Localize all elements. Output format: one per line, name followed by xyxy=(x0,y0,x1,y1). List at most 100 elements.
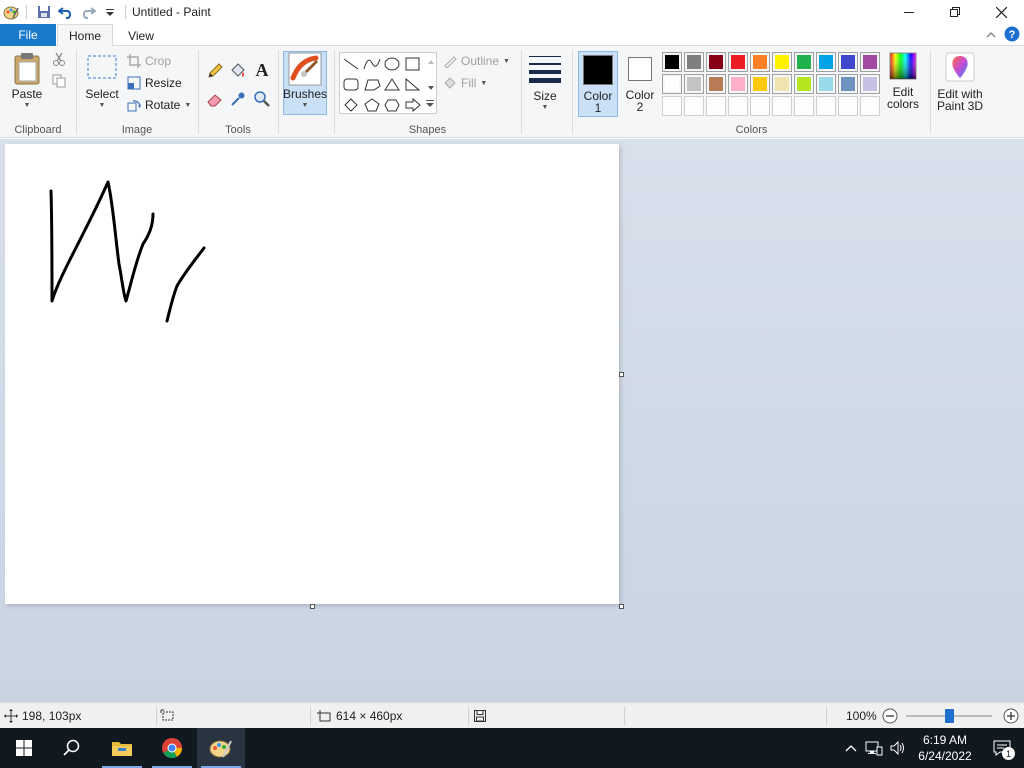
select-button[interactable]: Select ▼ xyxy=(83,54,121,112)
palette-custom-color-slot[interactable] xyxy=(706,96,726,116)
network-button[interactable] xyxy=(862,740,886,756)
palette-color-swatch[interactable] xyxy=(684,52,704,72)
shapes-scroll-up-icon[interactable] xyxy=(427,54,435,68)
zoom-slider-track xyxy=(906,709,992,723)
crop-button[interactable]: Crop xyxy=(127,54,171,68)
size-dropdown-icon: ▼ xyxy=(541,104,549,111)
fill-bucket-icon[interactable] xyxy=(229,62,247,83)
canvas-resize-handle-bottom[interactable] xyxy=(310,604,315,609)
palette-custom-color-slot[interactable] xyxy=(860,96,880,116)
canvas-drawing xyxy=(49,180,206,323)
palette-custom-color-slot[interactable] xyxy=(794,96,814,116)
canvas-resize-handle-corner[interactable] xyxy=(619,604,624,609)
magnifier-icon[interactable] xyxy=(253,90,271,111)
redo-icon[interactable] xyxy=(77,1,99,23)
palette-custom-color-slot[interactable] xyxy=(838,96,858,116)
paint-app-icon[interactable] xyxy=(0,1,22,23)
start-button[interactable] xyxy=(0,728,48,768)
selection-size xyxy=(160,703,176,729)
palette-color-swatch[interactable] xyxy=(662,52,682,72)
paint-taskbar-button[interactable] xyxy=(197,728,245,768)
group-separator xyxy=(278,50,279,134)
palette-color-swatch[interactable] xyxy=(794,74,814,94)
palette-custom-color-slot[interactable] xyxy=(728,96,748,116)
palette-color-swatch[interactable] xyxy=(750,52,770,72)
action-center-button[interactable]: 1 xyxy=(980,728,1024,768)
zoom-in-button[interactable] xyxy=(1003,703,1019,729)
undo-icon[interactable] xyxy=(55,1,77,23)
shapes-scroll-down-icon[interactable] xyxy=(427,80,435,94)
file-explorer-taskbar-button[interactable] xyxy=(98,728,146,768)
chrome-taskbar-button[interactable] xyxy=(148,728,196,768)
restore-button[interactable] xyxy=(932,0,978,24)
zoom-slider-thumb[interactable] xyxy=(944,709,954,723)
volume-button[interactable] xyxy=(886,740,910,756)
search-button[interactable] xyxy=(48,728,96,768)
window-title: Untitled - Paint xyxy=(132,5,211,19)
palette-color-swatch[interactable] xyxy=(816,52,836,72)
resize-button[interactable]: Resize xyxy=(127,76,182,90)
size-button[interactable]: Size ▼ xyxy=(526,54,564,114)
edit-with-paint3d-button[interactable]: Edit with Paint 3D xyxy=(934,52,986,112)
palette-color-swatch[interactable] xyxy=(706,52,726,72)
oval-shape-icon xyxy=(384,57,400,71)
palette-color-swatch[interactable] xyxy=(838,52,858,72)
palette-custom-color-slot[interactable] xyxy=(750,96,770,116)
palette-color-swatch[interactable] xyxy=(662,74,682,94)
help-icon[interactable]: ? xyxy=(1004,26,1020,45)
show-hidden-icons-button[interactable] xyxy=(840,744,862,752)
palette-color-swatch[interactable] xyxy=(838,74,858,94)
rounded-rectangle-shape-icon xyxy=(343,78,359,91)
pencil-icon[interactable] xyxy=(206,62,224,83)
tab-view[interactable]: View xyxy=(116,24,166,47)
shapes-more-icon[interactable] xyxy=(425,98,435,112)
palette-custom-color-slot[interactable] xyxy=(662,96,682,116)
zoom-slider[interactable] xyxy=(906,703,996,729)
eraser-icon[interactable] xyxy=(206,90,224,111)
palette-color-swatch[interactable] xyxy=(860,52,880,72)
text-tool-icon[interactable]: A xyxy=(253,60,271,83)
palette-custom-color-slot[interactable] xyxy=(684,96,704,116)
palette-color-swatch[interactable] xyxy=(728,52,748,72)
fill-button[interactable]: Fill ▼ xyxy=(443,76,487,90)
canvas-resize-handle-right[interactable] xyxy=(619,372,624,377)
palette-color-swatch[interactable] xyxy=(772,74,792,94)
color-picker-icon[interactable] xyxy=(229,90,247,111)
color1-button[interactable]: Color 1 xyxy=(578,51,618,117)
palette-custom-color-slot[interactable] xyxy=(772,96,792,116)
rotate-button[interactable]: Rotate ▼ xyxy=(127,98,191,112)
brushes-button[interactable]: Brushes ▼ xyxy=(283,51,327,115)
copy-icon[interactable] xyxy=(52,74,66,91)
outline-button[interactable]: Outline ▼ xyxy=(443,54,510,68)
customize-toolbar-icon[interactable] xyxy=(99,1,121,23)
cursor-position-text: 198, 103px xyxy=(22,709,82,723)
color2-button[interactable]: Color 2 xyxy=(621,51,659,117)
palette-color-swatch[interactable] xyxy=(772,52,792,72)
canvas-workspace[interactable] xyxy=(0,139,1024,702)
zoom-out-button[interactable] xyxy=(882,703,898,729)
resize-icon xyxy=(127,76,141,90)
rectangle-shape-icon xyxy=(405,57,420,71)
palette-color-swatch[interactable] xyxy=(860,74,880,94)
palette-custom-color-slot[interactable] xyxy=(816,96,836,116)
palette-color-swatch[interactable] xyxy=(706,74,726,94)
brush-icon xyxy=(288,52,322,86)
drawing-canvas[interactable] xyxy=(5,144,619,604)
clock[interactable]: 6:19 AM 6/24/2022 xyxy=(910,732,980,764)
crop-label: Crop xyxy=(145,54,172,68)
system-tray: 6:19 AM 6/24/2022 1 xyxy=(840,728,1024,768)
palette-color-swatch[interactable] xyxy=(750,74,770,94)
tab-home[interactable]: Home xyxy=(57,24,113,47)
palette-color-swatch[interactable] xyxy=(684,74,704,94)
tab-file[interactable]: File xyxy=(0,24,56,46)
paste-button[interactable]: Paste ▼ xyxy=(8,52,46,112)
minimize-button[interactable] xyxy=(886,0,932,24)
cut-icon[interactable] xyxy=(52,52,66,69)
collapse-ribbon-icon[interactable] xyxy=(986,28,996,42)
close-button[interactable] xyxy=(978,0,1024,24)
save-icon[interactable] xyxy=(33,1,55,23)
palette-color-swatch[interactable] xyxy=(794,52,814,72)
edit-colors-button[interactable]: Edit colors xyxy=(883,52,923,110)
palette-color-swatch[interactable] xyxy=(728,74,748,94)
palette-color-swatch[interactable] xyxy=(816,74,836,94)
